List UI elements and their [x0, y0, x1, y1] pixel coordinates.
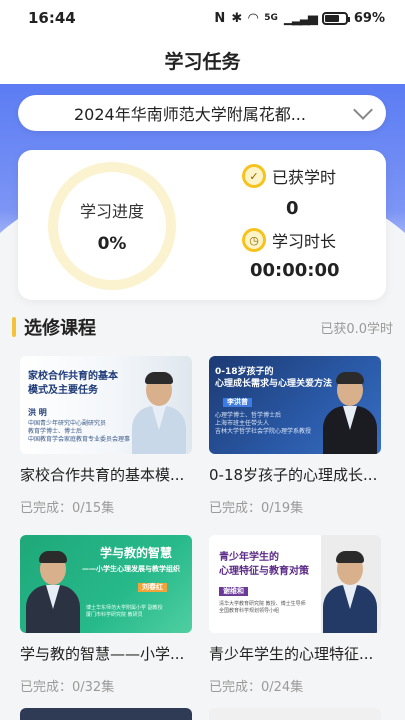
elective-section-header: 选修课程 已获0.0学时: [12, 312, 393, 342]
course-thumbnail: 青少年学生的 心理特征与教育对策 谢维和 清华大学教育研究院 教授、博士生导师 …: [209, 535, 381, 633]
thumbnail-name: 李洪曾: [223, 398, 252, 408]
course-progress: 已完成：0/32集: [20, 680, 115, 695]
battery-level: 69%: [353, 10, 385, 26]
earned-hours-row: ✓ 已获学时: [242, 164, 336, 188]
progress-value: 0%: [97, 234, 127, 254]
course-card-partial[interactable]: [209, 708, 381, 720]
battery-icon: [321, 11, 350, 25]
course-title: 青少年学生的心理特征...: [209, 645, 374, 663]
course-progress: 已完成：0/19集: [209, 501, 304, 516]
course-title: 0-18岁孩子的心理成长...: [209, 466, 378, 484]
section-accent-bar: [12, 317, 16, 337]
lecturer-photo: [319, 551, 381, 633]
thumbnail-desc: 心理学博士、哲学博士后 上海市班主任带头人 吉林大学哲学社会学院心理学系教授: [215, 412, 312, 436]
progress-label: 学习进度: [79, 202, 144, 221]
study-time-value: 00:00:00: [250, 260, 340, 281]
wifi-icon: ◠: [248, 10, 259, 26]
course-selector-label: 2024年华南师范大学附属花都...: [74, 105, 306, 124]
course-card[interactable]: 青少年学生的 心理特征与教育对策 谢维和 清华大学教育研究院 教授、博士生导师 …: [209, 535, 381, 715]
course-thumbnail: 0-18岁孩子的 心理成长需求与心理关爱方法 李洪曾 心理学博士、哲学博士后 上…: [209, 356, 381, 454]
clock-icon: ◷: [242, 228, 266, 252]
course-card-partial[interactable]: [20, 708, 192, 720]
course-card[interactable]: 0-18岁孩子的 心理成长需求与心理关爱方法 李洪曾 心理学博士、哲学博士后 上…: [209, 356, 381, 536]
thumbnail-heading: 学与教的智慧: [100, 546, 173, 560]
course-thumbnail: 学与教的智慧 ——小学生心理发展与教学组织 刘春红 博士华东师范大学附属小学 副…: [20, 535, 192, 633]
bluetooth-icon: ✱: [231, 10, 243, 26]
course-card[interactable]: 家校合作共育的基本 模式及主要任务 洪 明 中国青少年研究中心副研究员 教育学博…: [20, 356, 192, 536]
course-progress: 已完成：0/24集: [209, 680, 304, 695]
status-icons: N ✱ ◠ 5G ▁▂▃▅ 69%: [214, 11, 385, 26]
earned-hours-summary: 已获0.0学时: [320, 321, 393, 337]
thumbnail-desc: 清华大学教育研究院 教授、博士生导师 全国教育科学规划领导小组: [219, 601, 306, 614]
study-time-label: 学习时长: [272, 232, 337, 251]
network-label: 5G: [264, 13, 278, 23]
lecturer-photo: [319, 372, 381, 454]
lecturer-photo: [22, 551, 84, 633]
thumbnail-subheading: ——小学生心理发展与教学组织: [82, 565, 180, 573]
chevron-down-icon: [353, 100, 373, 120]
course-title: 学与教的智慧——小学...: [20, 645, 185, 663]
earned-hours-value: 0: [286, 198, 299, 219]
thumbnail-heading: 0-18岁孩子的 心理成长需求与心理关爱方法: [215, 367, 333, 390]
thumbnail-heading: 青少年学生的 心理特征与教育对策: [219, 552, 309, 577]
study-time-row: ◷ 学习时长: [242, 228, 336, 252]
nfc-icon: N: [214, 10, 226, 26]
stats-card: 学习进度 0% ✓ 已获学时 0 ◷ 学习时长 00:00:00: [18, 150, 386, 300]
status-bar: 16:44 N ✱ ◠ 5G ▁▂▃▅ 69%: [0, 0, 405, 36]
check-badge-icon: ✓: [242, 164, 266, 188]
status-time: 16:44: [28, 9, 76, 27]
thumbnail-desc: 中国青少年研究中心副研究员 教育学博士、博士后 中国教育学会家庭教育专业委员会理…: [28, 420, 131, 444]
page-title: 学习任务: [164, 50, 241, 73]
section-title: 选修课程: [24, 318, 96, 339]
thumbnail-name: 刘春红: [138, 583, 167, 593]
thumbnail-name: 谢维和: [219, 587, 248, 597]
thumbnail-heading: 家校合作共育的基本 模式及主要任务: [28, 371, 118, 396]
lecturer-photo: [128, 372, 190, 454]
signal-icon: ▁▂▃▅: [283, 10, 318, 26]
course-title: 家校合作共育的基本模...: [20, 466, 185, 484]
thumbnail-desc: 博士华东师范大学附属小学 副教授 厦门市科学研究院 教研员: [86, 605, 163, 618]
course-progress: 已完成：0/15集: [20, 501, 115, 516]
thumbnail-name: 洪 明: [28, 408, 47, 417]
progress-ring: 学习进度 0%: [48, 162, 176, 290]
course-thumbnail: 家校合作共育的基本 模式及主要任务 洪 明 中国青少年研究中心副研究员 教育学博…: [20, 356, 192, 454]
earned-hours-label: 已获学时: [272, 168, 337, 187]
course-selector[interactable]: 2024年华南师范大学附属花都...: [18, 95, 386, 131]
nav-bar: 学习任务: [0, 36, 405, 84]
course-card[interactable]: 学与教的智慧 ——小学生心理发展与教学组织 刘春红 博士华东师范大学附属小学 副…: [20, 535, 192, 715]
